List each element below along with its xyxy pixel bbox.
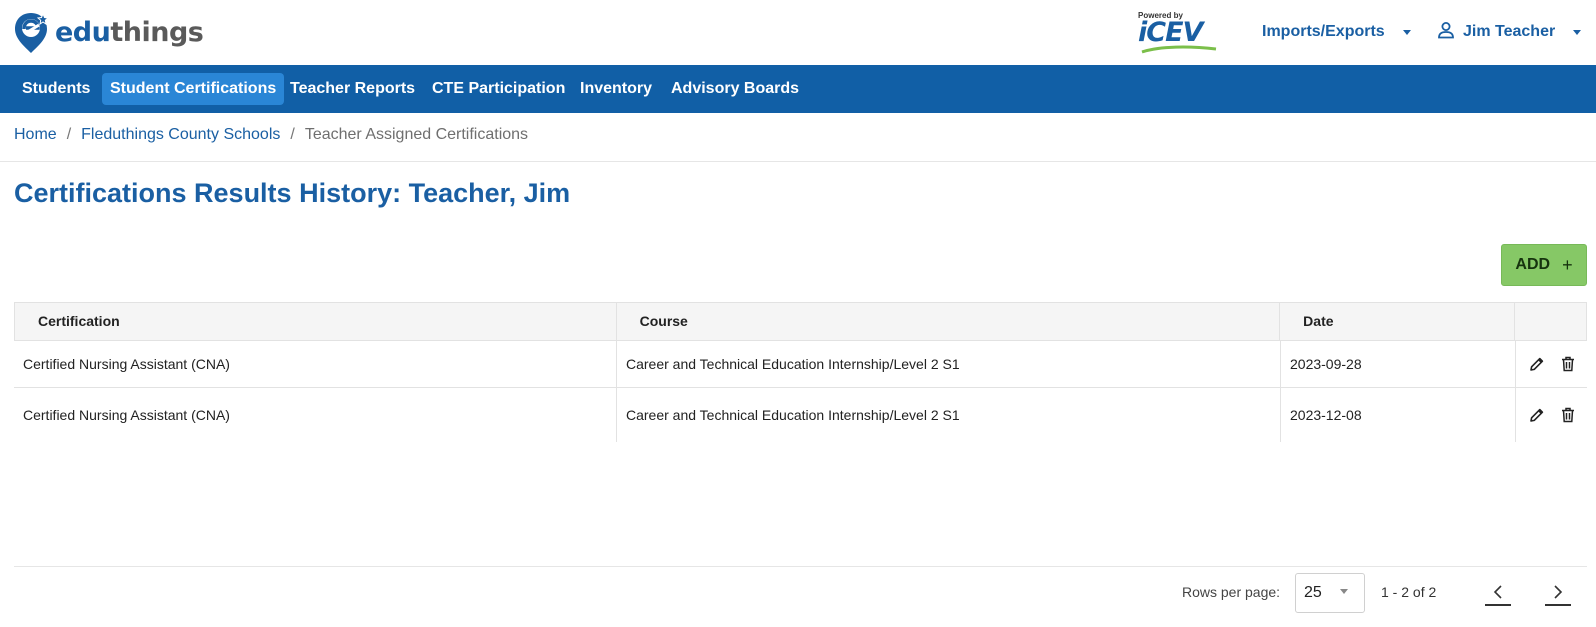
breadcrumb: Home / Fleduthings County Schools / Teac…	[14, 126, 528, 144]
imports-exports-menu[interactable]: Imports/Exports	[1262, 21, 1411, 43]
top-header: eduthings Powered by iCEV Imports/Export…	[0, 0, 1596, 65]
icev-swoosh-icon	[1141, 45, 1217, 54]
nav-item-teacher-reports[interactable]: Teacher Reports	[282, 73, 423, 105]
column-header-course: Course	[617, 303, 1281, 340]
column-header-actions	[1515, 303, 1586, 340]
divider	[0, 161, 1596, 162]
trash-icon[interactable]	[1559, 405, 1578, 425]
icev-wordmark: iCEV	[1138, 17, 1203, 48]
add-button-label: ADD	[1515, 256, 1551, 273]
nav-item-cte-participation[interactable]: CTE Participation	[424, 73, 573, 105]
logo-text-edu: edu	[55, 16, 111, 48]
logo-wordmark: eduthings	[55, 16, 204, 48]
column-header-certification: Certification	[15, 303, 617, 340]
user-icon	[1437, 21, 1455, 44]
user-menu[interactable]: Jim Teacher	[1437, 21, 1582, 44]
breadcrumb-separator: /	[66, 126, 72, 143]
breadcrumb-separator: /	[290, 126, 295, 143]
cell-date: 2023-12-08	[1281, 388, 1516, 442]
next-page-button[interactable]	[1545, 580, 1571, 606]
breadcrumb-district[interactable]: Fleduthings County Schools	[81, 126, 280, 144]
certifications-table: Certification Course Date Certified Nurs…	[14, 302, 1587, 442]
logo-text-things: things	[110, 16, 204, 48]
eduthings-logo-mark-icon	[13, 11, 50, 53]
cell-certification: Certified Nursing Assistant (CNA)	[14, 388, 617, 442]
pencil-icon[interactable]	[1528, 354, 1547, 374]
user-name-label: Jim Teacher	[1463, 23, 1556, 40]
add-button[interactable]: ADD +	[1501, 244, 1587, 286]
trash-icon[interactable]	[1559, 354, 1578, 374]
rows-per-page-value: 25	[1304, 584, 1322, 601]
cell-actions	[1516, 388, 1587, 442]
nav-item-advisory-boards[interactable]: Advisory Boards	[663, 73, 807, 105]
chevron-down-icon	[1573, 29, 1582, 35]
chevron-left-icon	[1493, 585, 1502, 599]
table-row: Certified Nursing Assistant (CNA) Career…	[14, 388, 1587, 442]
cell-date: 2023-09-28	[1281, 341, 1516, 387]
cell-actions	[1516, 341, 1587, 387]
cell-course: Career and Technical Education Internshi…	[617, 341, 1281, 387]
page-title: Certifications Results History: Teacher,…	[14, 178, 571, 208]
divider	[14, 566, 1587, 567]
breadcrumb-home[interactable]: Home	[14, 126, 57, 144]
cell-certification: Certified Nursing Assistant (CNA)	[14, 341, 617, 387]
cell-course: Career and Technical Education Internshi…	[617, 388, 1281, 442]
imports-exports-label: Imports/Exports	[1262, 23, 1385, 40]
pencil-icon[interactable]	[1528, 405, 1547, 425]
column-header-date: Date	[1280, 303, 1516, 340]
previous-page-button[interactable]	[1485, 580, 1511, 606]
chevron-down-icon	[1402, 29, 1411, 35]
plus-icon: +	[1562, 254, 1573, 275]
chevron-down-icon	[1340, 589, 1348, 594]
rows-per-page-label: Rows per page:	[1182, 584, 1281, 600]
nav-item-inventory[interactable]: Inventory	[572, 73, 660, 105]
table-row: Certified Nursing Assistant (CNA) Career…	[14, 341, 1587, 388]
nav-item-student-certifications[interactable]: Student Certifications	[102, 73, 285, 105]
pagination-range: 1 - 2 of 2	[1381, 584, 1437, 600]
nav-item-students[interactable]: Students	[14, 73, 98, 105]
main-nav: Students Student Certifications Teacher …	[0, 65, 1596, 113]
icev-partner-logo: Powered by iCEV	[1138, 11, 1220, 54]
table-header: Certification Course Date	[14, 302, 1587, 341]
breadcrumb-current: Teacher Assigned Certifications	[304, 126, 529, 143]
chevron-right-icon	[1554, 585, 1563, 599]
rows-per-page-select[interactable]: 25	[1295, 573, 1365, 613]
eduthings-logo[interactable]: eduthings	[13, 10, 204, 54]
